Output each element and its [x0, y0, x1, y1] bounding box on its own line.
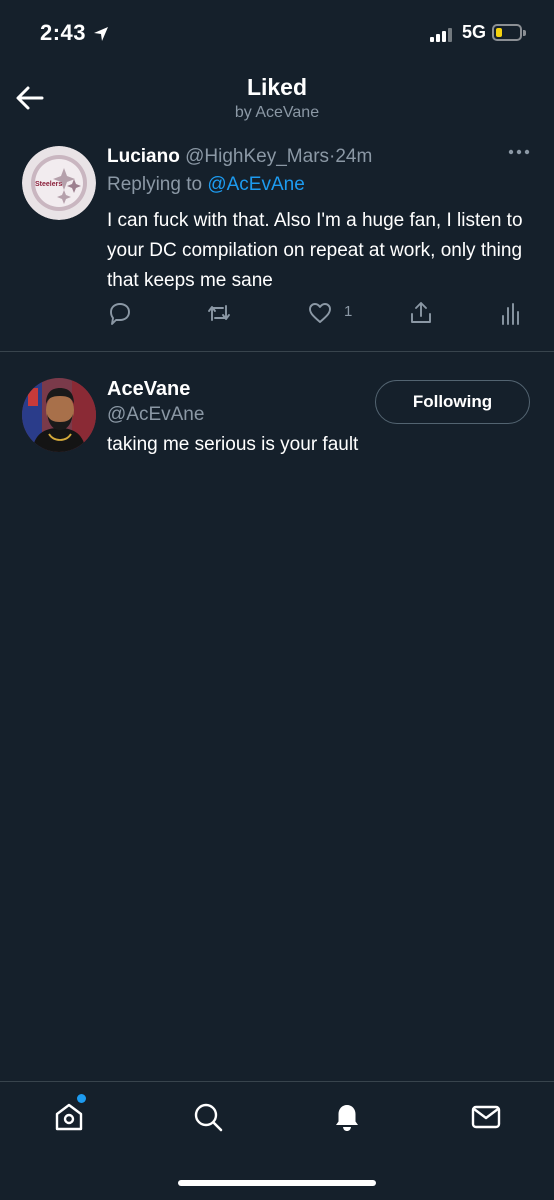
status-time: 2:43 [40, 20, 87, 45]
tweet-time: 24m [335, 146, 373, 167]
svg-text:Steelers: Steelers [35, 181, 62, 188]
replying-to-line: Replying to @AcEvAne [107, 174, 305, 196]
share-icon[interactable] [408, 300, 434, 326]
replying-to-label: Replying to [107, 174, 203, 195]
battery-level [496, 28, 502, 37]
location-arrow-icon [94, 27, 108, 41]
home-icon[interactable] [52, 1100, 86, 1134]
tweet-author-handle[interactable]: @HighKey_Mars [185, 146, 329, 167]
page-subtitle: by AceVane [234, 104, 320, 121]
tweet-author-name[interactable]: Luciano [107, 146, 180, 167]
like-icon[interactable] [307, 300, 333, 326]
search-icon[interactable] [191, 1100, 225, 1134]
reply-icon[interactable] [107, 300, 133, 326]
liker-avatar[interactable] [22, 378, 96, 452]
like-count: 1 [344, 303, 353, 320]
following-button[interactable]: Following [375, 380, 530, 424]
steelers-logo-icon: Steelers [22, 146, 96, 220]
retweet-icon[interactable] [206, 300, 232, 326]
tweet-header: Luciano @HighKey_Mars·24m [107, 146, 372, 168]
messages-icon[interactable] [469, 1100, 503, 1134]
tweet-author-avatar[interactable]: Steelers [22, 146, 96, 220]
nav-divider [0, 1081, 554, 1082]
cellular-signal-icon [430, 28, 452, 42]
liker-bio: taking me serious is your fault [107, 434, 359, 455]
profile-illustration-icon [22, 378, 96, 452]
replying-to-handle[interactable]: @AcEvAne [207, 174, 304, 195]
section-divider [0, 351, 554, 352]
new-activity-dot [77, 1094, 86, 1103]
liker-handle[interactable]: @AcEvAne [107, 404, 204, 426]
home-indicator [178, 1180, 376, 1186]
notifications-icon[interactable] [330, 1100, 364, 1134]
liker-name[interactable]: AceVane [107, 378, 190, 401]
tweet-text: I can fuck with that. Also I'm a huge fa… [107, 210, 523, 291]
analytics-icon[interactable] [497, 300, 523, 326]
more-options-icon[interactable] [508, 146, 530, 158]
page-title: Liked [246, 74, 308, 100]
battery-icon [492, 24, 526, 41]
network-type: 5G [462, 22, 487, 42]
